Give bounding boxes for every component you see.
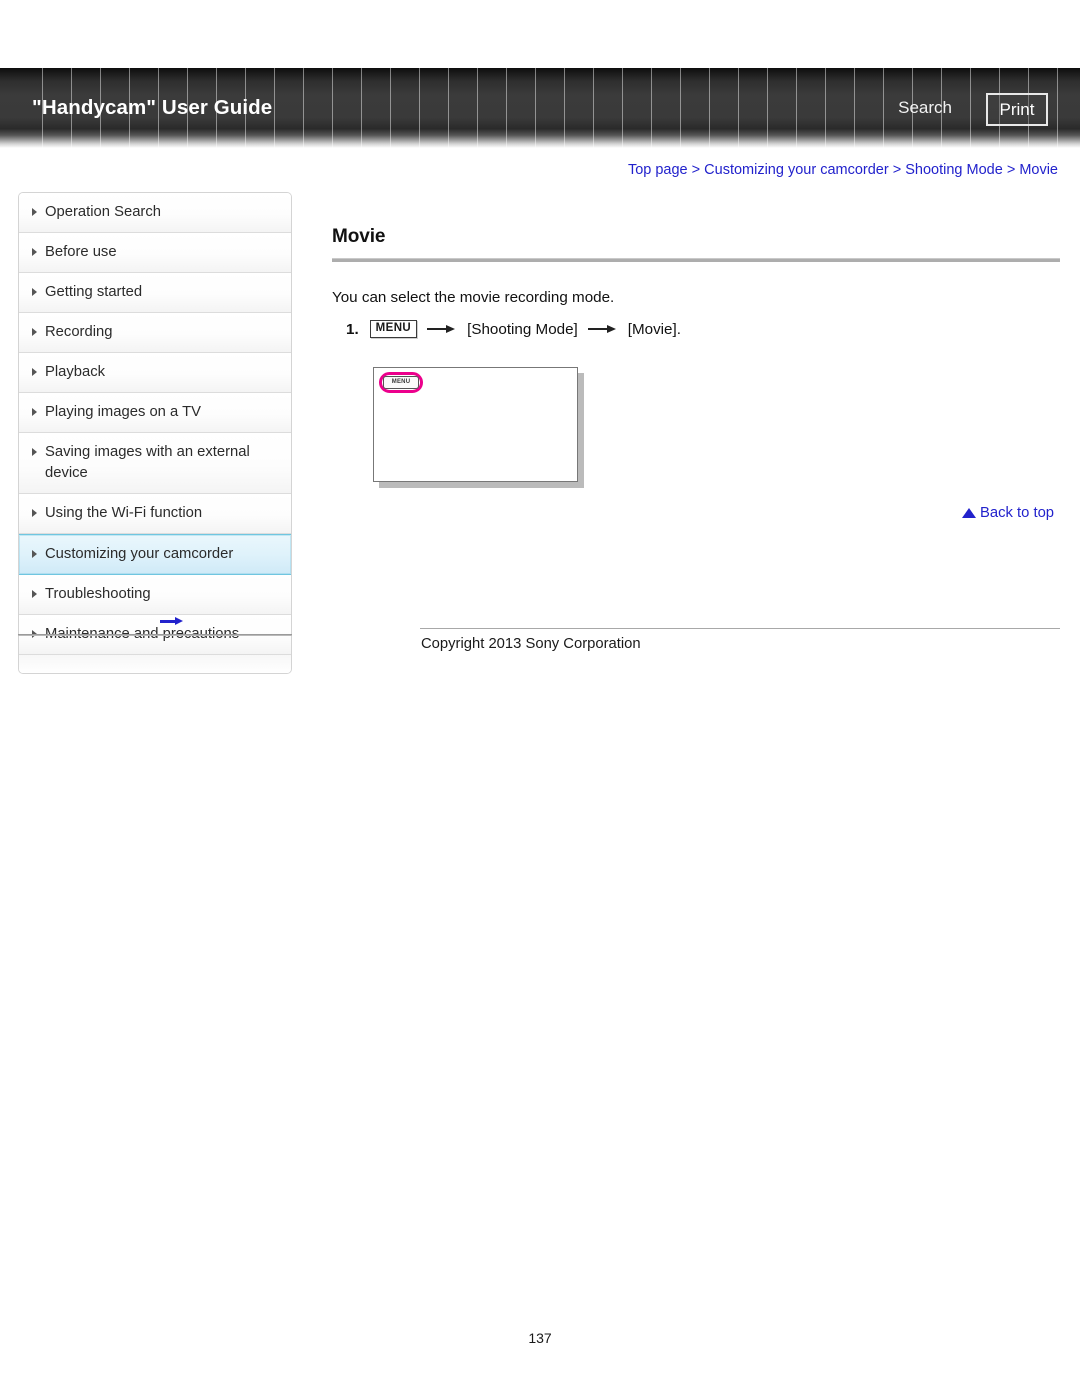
step-target-movie: [Movie]. [627,320,681,338]
back-to-top-label: Back to top [980,505,1055,521]
menu-chip-icon: MENU [369,320,418,338]
app-header-banner: "Handycam" User Guide Search Print [0,68,1080,148]
figure-menu-button[interactable]: MENU [383,376,419,389]
step-1: 1. MENU [Shooting Mode] [Movie]. [332,320,1060,338]
sidebar-item-saving-images-external-device[interactable]: Saving images with an external device [19,433,291,494]
chevron-right-icon [32,509,37,517]
step-target-shooting-mode: [Shooting Mode] [467,320,578,338]
breadcrumb-item-top-page[interactable]: Top page [628,162,688,178]
arrow-right-icon [427,323,457,335]
breadcrumb: Top page > Customizing your camcorder > … [628,162,1058,178]
sidebar-item-playing-images-on-a-tv[interactable]: Playing images on a TV [19,393,291,433]
chevron-right-icon [32,208,37,216]
breadcrumb-item-customizing[interactable]: Customizing your camcorder [704,162,889,178]
chevron-right-icon [32,248,37,256]
chevron-right-icon [32,590,37,598]
sidebar-bottom-divider [18,634,292,636]
sidebar-item-recording[interactable]: Recording [19,313,291,353]
camera-screen-figure: MENU [373,367,578,482]
main-content: Movie You can select the movie recording… [332,226,1060,338]
footer-divider [420,628,1060,629]
sidebar-item-label: Troubleshooting [45,586,151,602]
sidebar-item-label: Saving images with an external device [45,444,250,481]
chevron-right-icon [32,368,37,376]
intro-text: You can select the movie recording mode. [332,289,615,306]
search-link[interactable]: Search [898,98,952,118]
sidebar-footer-spacer [19,655,291,673]
sidebar-item-before-use[interactable]: Before use [19,233,291,273]
title-divider [332,258,1060,262]
page-title: Movie [332,226,386,247]
copyright-text: Copyright 2013 Sony Corporation [421,636,641,652]
sidebar-item-label: Recording [45,324,113,340]
sidebar-item-troubleshooting[interactable]: Troubleshooting [19,575,291,615]
breadcrumb-item-shooting-mode[interactable]: Shooting Mode [905,162,1003,178]
chevron-right-icon [32,550,37,558]
sidebar-item-label: Customizing your camcorder [45,546,234,562]
contents-list-link[interactable] [160,613,186,629]
arrow-right-icon [587,323,618,335]
page-number: 137 [528,1330,552,1346]
sidebar-item-label: Before use [45,244,117,260]
triangle-up-icon [962,508,976,518]
print-button[interactable]: Print [986,93,1048,126]
sidebar-item-label: Using the Wi-Fi function [45,505,203,521]
breadcrumb-separator: > [691,162,701,178]
sidebar-nav: Operation Search Before use Getting star… [18,192,292,674]
sidebar-item-label: Getting started [45,284,143,300]
sidebar-item-label: Playback [45,364,106,380]
sidebar-item-getting-started[interactable]: Getting started [19,273,291,313]
sidebar-item-using-the-wifi-function[interactable]: Using the Wi-Fi function [19,494,291,534]
chevron-right-icon [32,408,37,416]
back-to-top-link[interactable]: Back to top [962,505,1054,521]
sidebar-item-operation-search[interactable]: Operation Search [19,193,291,233]
sidebar-item-label: Operation Search [45,204,161,220]
sidebar-item-label: Playing images on a TV [45,404,202,420]
page-title-banner: "Handycam" User Guide [32,96,273,119]
breadcrumb-separator: > [1006,162,1016,178]
step-number: 1. [346,320,359,338]
chevron-right-icon [32,448,37,456]
sidebar-item-customizing-your-camcorder[interactable]: Customizing your camcorder [19,534,291,575]
arrow-right-icon [160,616,184,626]
breadcrumb-separator: > [892,162,902,178]
sidebar-item-playback[interactable]: Playback [19,353,291,393]
chevron-right-icon [32,328,37,336]
chevron-right-icon [32,288,37,296]
breadcrumb-item-movie[interactable]: Movie [1019,162,1058,178]
